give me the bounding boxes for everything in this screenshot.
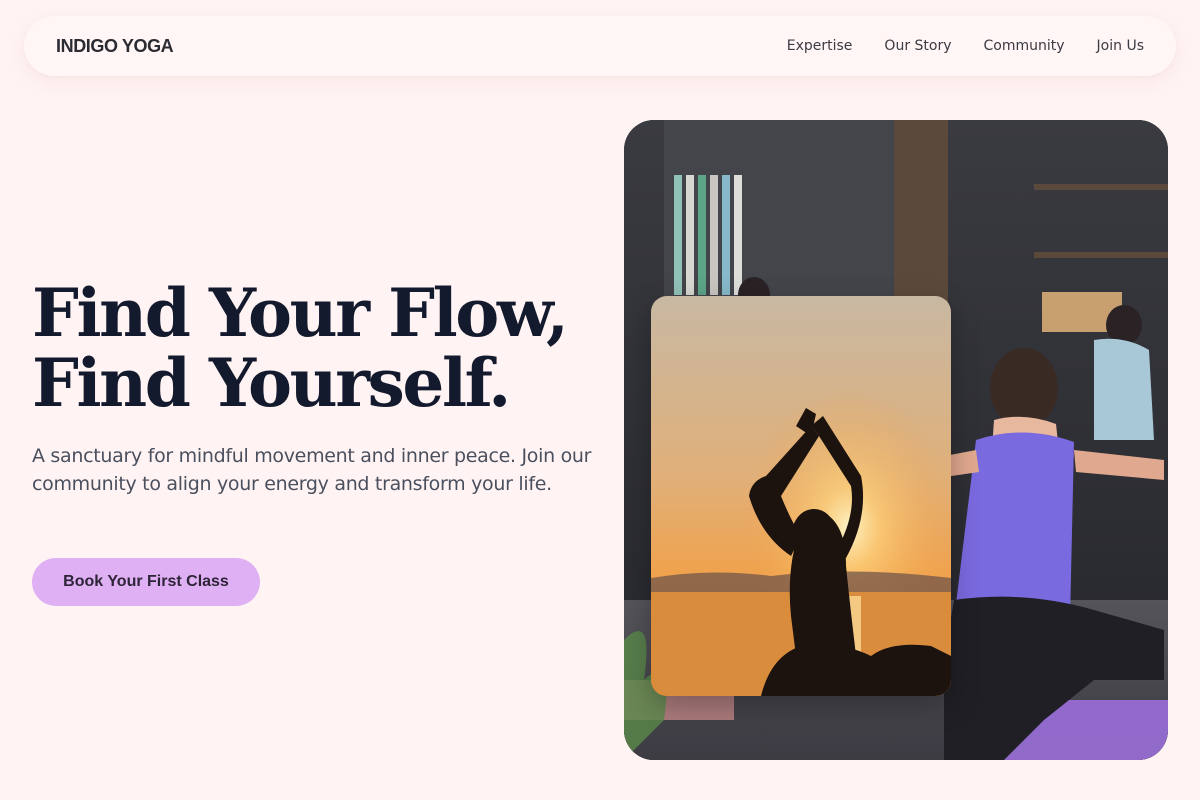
hero-title-line-2: Find Yourself. [32,344,511,422]
nav-link-our-story[interactable]: Our Story [884,38,951,54]
nav-link-expertise[interactable]: Expertise [787,38,853,54]
hero-title: Find Your Flow, Find Yourself. [32,278,612,418]
navbar: INDIGO YOGA Expertise Our Story Communit… [24,16,1176,76]
nav-link-community[interactable]: Community [984,38,1065,54]
sunset-yoga-silhouette-photo [651,296,951,696]
hero-subtitle: A sanctuary for mindful movement and inn… [32,445,592,495]
nav-link-join-us[interactable]: Join Us [1097,38,1144,54]
book-first-class-button[interactable]: Book Your First Class [32,558,260,606]
sunset-silhouette-illustration [651,296,951,696]
hero-title-line-1: Find Your Flow, [32,274,569,352]
brand-logo[interactable]: INDIGO YOGA [56,36,174,57]
landing-page: INDIGO YOGA Expertise Our Story Communit… [0,0,1200,800]
nav-links: Expertise Our Story Community Join Us [787,38,1144,54]
